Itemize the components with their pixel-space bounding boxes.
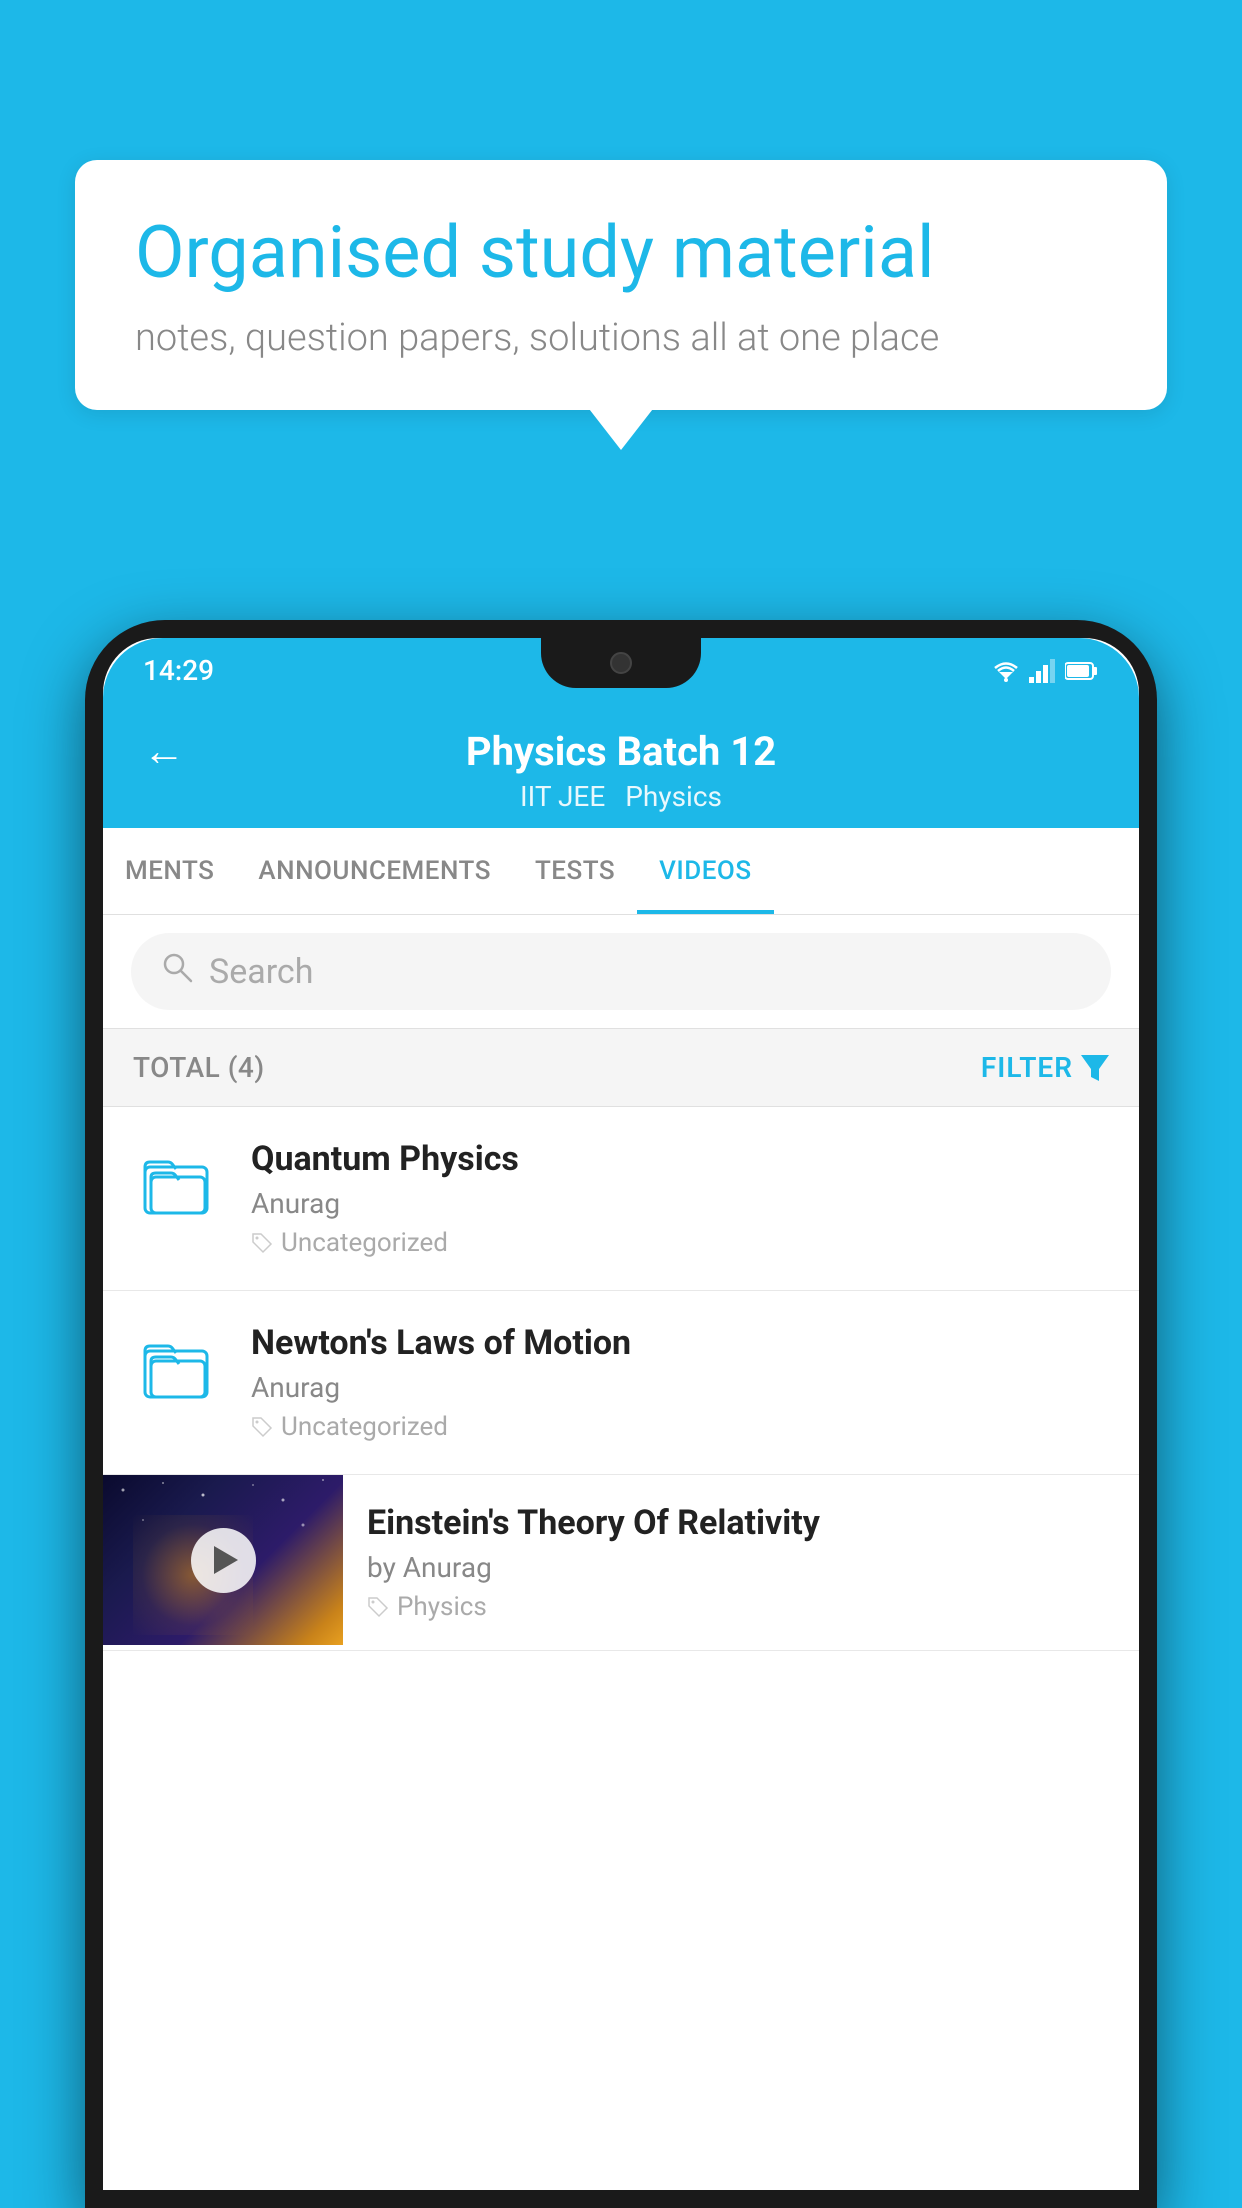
folder-icon bbox=[143, 1333, 213, 1403]
item-author: Anurag bbox=[251, 1187, 1109, 1220]
speech-bubble: Organised study material notes, question… bbox=[75, 160, 1167, 410]
item-content: Quantum Physics Anurag Uncategorized bbox=[251, 1139, 1109, 1258]
wifi-icon bbox=[991, 659, 1021, 683]
search-bar[interactable]: Search bbox=[131, 933, 1111, 1010]
total-count: TOTAL (4) bbox=[133, 1051, 265, 1084]
play-button[interactable] bbox=[191, 1528, 256, 1593]
header-row: ← Physics Batch 12 bbox=[143, 728, 1099, 775]
list-item[interactable]: Quantum Physics Anurag Uncategorized bbox=[103, 1107, 1139, 1291]
play-triangle-icon bbox=[214, 1546, 238, 1574]
video-tag: Physics bbox=[367, 1592, 1115, 1622]
tag-icon bbox=[367, 1596, 389, 1618]
tab-announcements[interactable]: ANNOUNCEMENTS bbox=[236, 828, 513, 914]
video-info: Einstein's Theory Of Relativity by Anura… bbox=[343, 1475, 1139, 1650]
filter-button[interactable]: FILTER bbox=[981, 1051, 1109, 1084]
bubble-subtitle: notes, question papers, solutions all at… bbox=[135, 316, 1107, 360]
filter-bar: TOTAL (4) FILTER bbox=[103, 1029, 1139, 1107]
video-title: Einstein's Theory Of Relativity bbox=[367, 1503, 1115, 1543]
phone-screen: 14:29 bbox=[103, 638, 1139, 2190]
signal-icon bbox=[1029, 659, 1057, 683]
item-title: Quantum Physics bbox=[251, 1139, 1109, 1179]
video-author: by Anurag bbox=[367, 1551, 1115, 1584]
status-time: 14:29 bbox=[143, 654, 214, 687]
list-item[interactable]: Newton's Laws of Motion Anurag Uncategor… bbox=[103, 1291, 1139, 1475]
item-author: Anurag bbox=[251, 1371, 1109, 1404]
back-button[interactable]: ← bbox=[143, 727, 185, 776]
tabs-bar: MENTS ANNOUNCEMENTS TESTS VIDEOS bbox=[103, 828, 1139, 915]
phone-container: 14:29 bbox=[85, 620, 1157, 2208]
item-tag: Uncategorized bbox=[251, 1228, 1109, 1258]
search-icon bbox=[161, 951, 193, 992]
header-subtitle: IIT JEE Physics bbox=[520, 780, 722, 813]
phone-outer: 14:29 bbox=[85, 620, 1157, 2208]
tab-ments[interactable]: MENTS bbox=[103, 828, 236, 914]
camera-dot bbox=[610, 652, 632, 674]
app-header: ← Physics Batch 12 IIT JEE Physics bbox=[103, 703, 1139, 828]
header-iit-jee: IIT JEE bbox=[520, 780, 605, 813]
search-bar-container: Search bbox=[103, 915, 1139, 1029]
filter-icon bbox=[1081, 1055, 1109, 1081]
bubble-title: Organised study material bbox=[135, 210, 1107, 296]
status-icons bbox=[991, 659, 1099, 683]
header-physics: Physics bbox=[625, 780, 722, 813]
search-placeholder: Search bbox=[209, 952, 313, 992]
tag-icon bbox=[251, 1232, 273, 1254]
list-item-video[interactable]: Einstein's Theory Of Relativity by Anura… bbox=[103, 1475, 1139, 1651]
video-thumbnail bbox=[103, 1475, 343, 1645]
tag-icon bbox=[251, 1416, 273, 1438]
status-bar: 14:29 bbox=[103, 638, 1139, 703]
item-content: Newton's Laws of Motion Anurag Uncategor… bbox=[251, 1323, 1109, 1442]
tab-tests[interactable]: TESTS bbox=[513, 828, 637, 914]
folder-icon-wrap bbox=[133, 1323, 223, 1413]
tab-videos[interactable]: VIDEOS bbox=[637, 828, 773, 914]
notch bbox=[541, 638, 701, 688]
item-tag: Uncategorized bbox=[251, 1412, 1109, 1442]
item-title: Newton's Laws of Motion bbox=[251, 1323, 1109, 1363]
battery-icon bbox=[1065, 660, 1099, 682]
header-title: Physics Batch 12 bbox=[466, 728, 776, 775]
folder-icon bbox=[143, 1149, 213, 1219]
content-list: Quantum Physics Anurag Uncategorized bbox=[103, 1107, 1139, 2190]
folder-icon-wrap bbox=[133, 1139, 223, 1229]
